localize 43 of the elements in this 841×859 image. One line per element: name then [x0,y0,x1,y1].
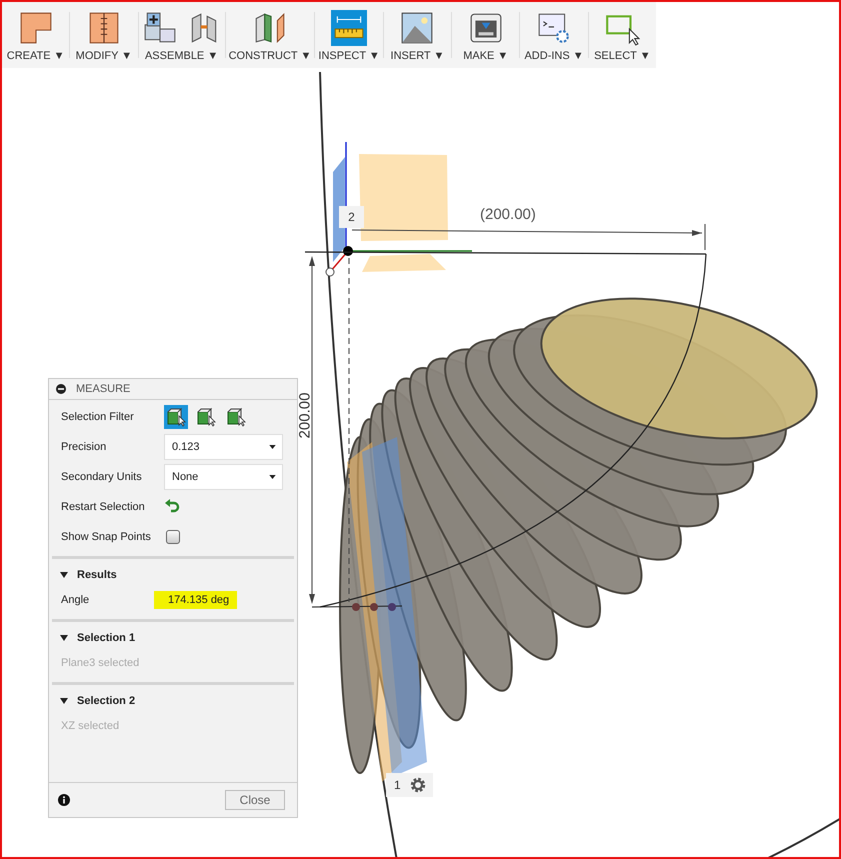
field-label: Secondary Units [61,471,143,483]
toolbar-menu-button[interactable]: ASSEMBLE ▼ [144,50,218,62]
field-label: Show Snap Points [61,531,152,543]
selection-filter-icon[interactable] [164,405,188,429]
section-header[interactable]: Selection 1 [52,628,294,648]
toolbar-menu-button[interactable]: ADD-INS ▼ [524,50,584,62]
toolbar-menu-button[interactable]: MODIFY ▼ [76,50,132,62]
toolbar-menu-button[interactable]: MAKE ▼ [463,50,508,62]
settings-icon[interactable] [408,776,427,794]
toolbar-menu-button[interactable]: INSPECT ▼ [318,50,380,62]
toolbar-menu-button[interactable]: INSERT ▼ [390,50,444,62]
dimension-label: 200.00 [296,392,314,438]
ruler-icon[interactable] [331,10,368,46]
caret-icon [60,634,68,642]
close-button[interactable]: Close [225,790,285,810]
toolbar-menu-button[interactable]: SELECT ▼ [594,50,651,62]
selection-status: Plane3 selected [61,657,140,669]
dropdown[interactable]: None [164,464,283,490]
section-header[interactable]: Results [52,565,294,585]
field-label: Selection Filter [61,411,135,423]
caret-icon [269,445,276,449]
toolbar-menu-button[interactable]: CREATE ▼ [6,50,65,62]
caret-icon [60,571,68,579]
selection-marker: 1 [394,778,401,792]
collapse-icon[interactable] [56,384,66,394]
selection-marker: 2 [339,206,364,228]
caret-icon [60,697,68,705]
dimension-label: (200.00) [480,206,536,223]
section-header[interactable]: Selection 2 [52,691,294,711]
result-value: 174.135 deg [154,591,238,609]
picture-icon[interactable] [399,10,436,46]
field-label: Precision [61,441,108,453]
caret-icon [269,475,276,479]
toolbar-menu-button[interactable]: CONSTRUCT ▼ [228,50,312,62]
checkbox[interactable] [166,530,180,544]
dropdown[interactable]: 0.123 [164,434,283,460]
sketch-icon[interactable] [18,10,54,46]
field-label: Restart Selection [61,501,146,513]
undo-icon[interactable] [164,499,180,515]
result-label: Angle [61,594,90,606]
panel-title: MEASURE [76,383,130,395]
selection-status: XZ selected [61,720,120,732]
info-icon[interactable] [58,794,70,806]
